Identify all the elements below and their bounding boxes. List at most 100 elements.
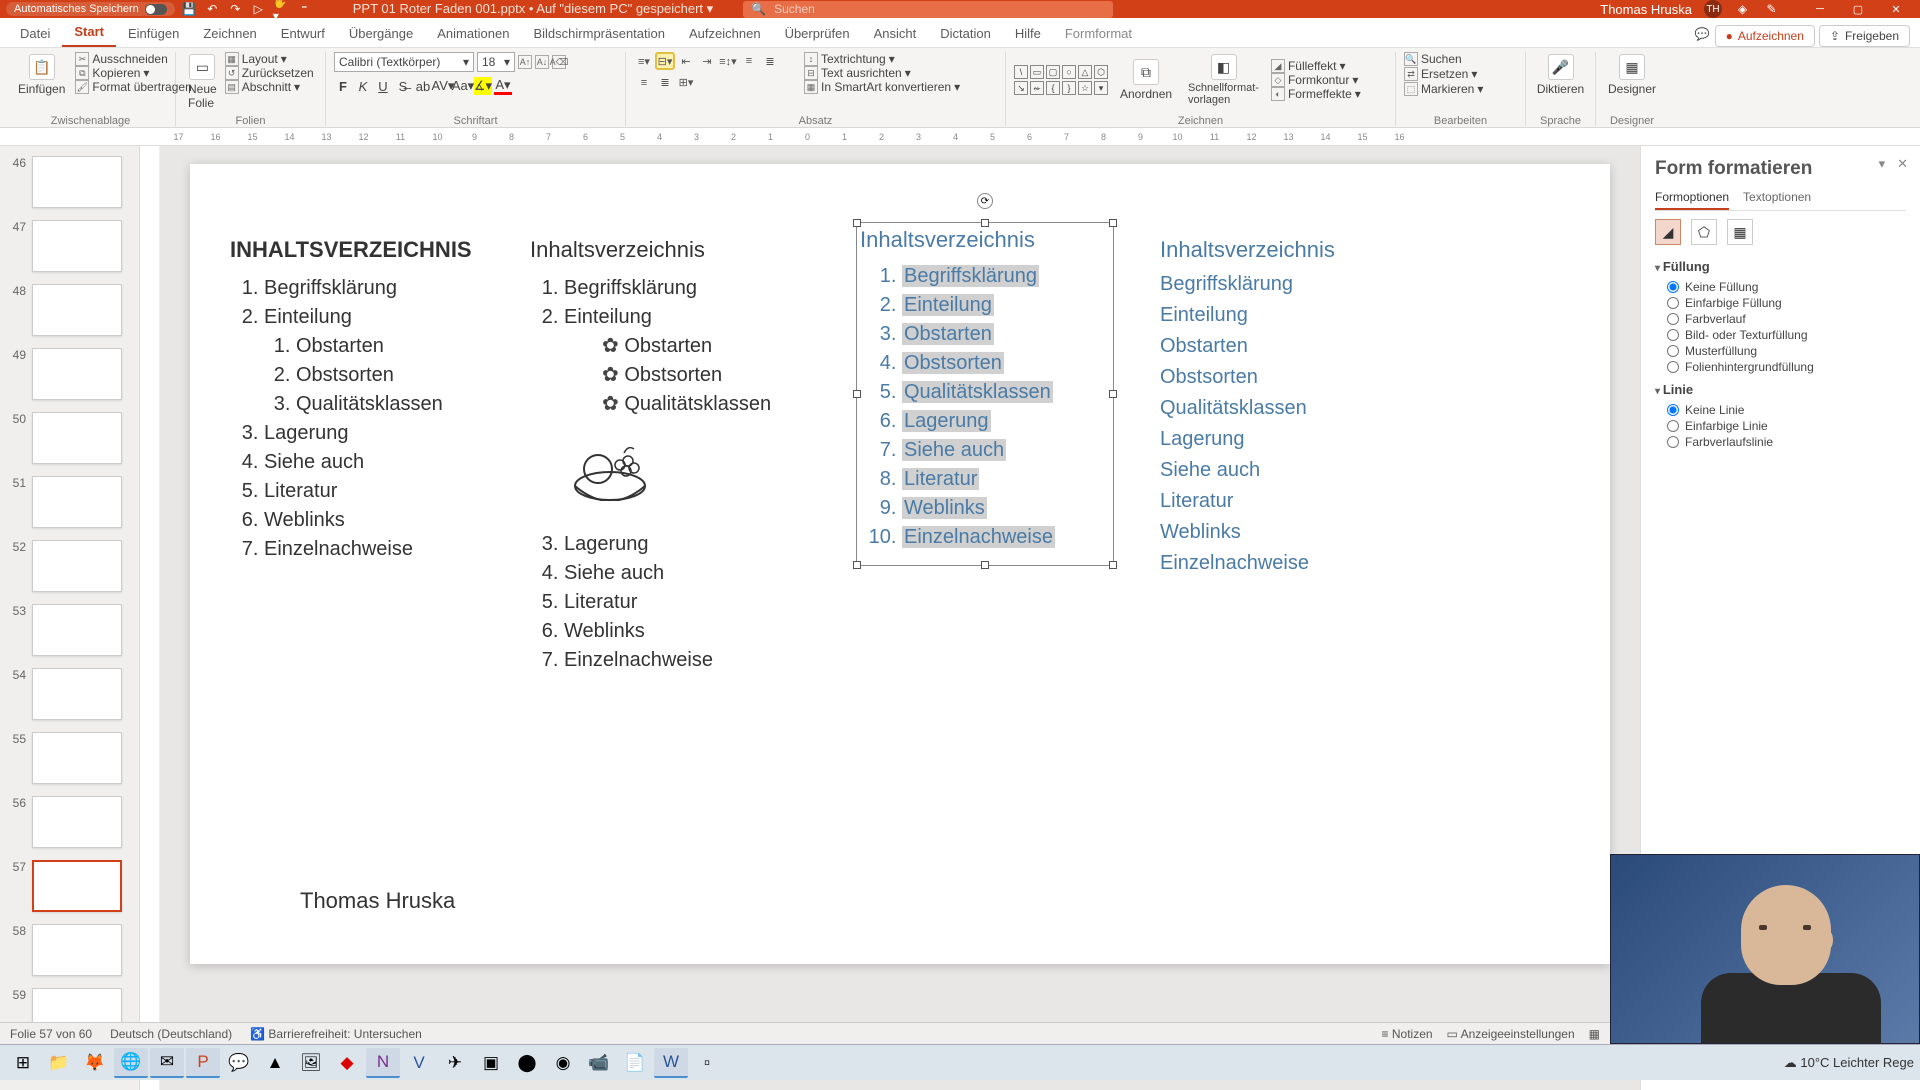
tab-ansicht[interactable]: Ansicht: [862, 20, 929, 47]
slide-canvas[interactable]: INHALTSVERZEICHNIS Begriffsklärung Einte…: [160, 146, 1640, 1090]
accessibility-status[interactable]: ♿ Barrierefreiheit: Untersuchen: [250, 1027, 422, 1041]
find-button[interactable]: 🔍Suchen: [1404, 52, 1517, 66]
minimize-button[interactable]: ─: [1802, 0, 1838, 18]
autosave-toggle[interactable]: Automatisches Speichern: [6, 2, 175, 16]
ribbon-mode-icon[interactable]: ✎: [1763, 1, 1780, 18]
shapes-gallery[interactable]: \▭▢○△⬡ ↘⬰{}☆▾: [1014, 65, 1108, 95]
maximize-button[interactable]: ▢: [1840, 0, 1876, 18]
clear-format-icon[interactable]: A⌫: [552, 55, 566, 69]
app4-icon[interactable]: ▫: [690, 1048, 724, 1078]
decrease-font-icon[interactable]: A↓: [535, 55, 549, 69]
fill-option-1[interactable]: Einfarbige Füllung: [1667, 296, 1906, 310]
line-spacing-button[interactable]: ≡↕▾: [718, 52, 738, 70]
thumbnail-48[interactable]: 48: [0, 278, 139, 342]
textbox-col2[interactable]: Inhaltsverzeichnis Begriffsklärung Einte…: [530, 234, 810, 675]
firefox-icon[interactable]: 🦊: [78, 1048, 112, 1078]
tab-formformat[interactable]: Formformat: [1053, 20, 1144, 47]
visio-icon[interactable]: V: [402, 1048, 436, 1078]
section-linie[interactable]: Linie: [1655, 382, 1906, 397]
tab-animationen[interactable]: Animationen: [425, 20, 521, 47]
tab-datei[interactable]: Datei: [8, 20, 62, 47]
reset-button[interactable]: ↺Zurücksetzen: [225, 66, 314, 80]
tab-aufzeichnen[interactable]: Aufzeichnen: [677, 20, 773, 47]
thumbnail-55[interactable]: 55: [0, 726, 139, 790]
highlight-button[interactable]: ∡▾: [474, 77, 492, 95]
user-name[interactable]: Thomas Hruska: [1600, 2, 1692, 17]
section-button[interactable]: ▤Abschnitt ▾: [225, 80, 314, 94]
align-right-button[interactable]: ≡: [634, 74, 654, 92]
textbox-col3-selected[interactable]: Inhaltsverzeichnis BegriffsklärungEintei…: [860, 224, 1110, 552]
thumbnail-58[interactable]: 58: [0, 918, 139, 982]
bold-button[interactable]: F: [334, 77, 352, 95]
present-from-start-icon[interactable]: ▷: [250, 1, 267, 18]
tab-hilfe[interactable]: Hilfe: [1003, 20, 1053, 47]
font-name-select[interactable]: Calibri (Textkörper)▾: [334, 52, 474, 72]
slide-thumbnails[interactable]: 4647484950515253545556575859: [0, 146, 140, 1090]
thumbnail-52[interactable]: 52: [0, 534, 139, 598]
notes-button[interactable]: ≡ Notizen: [1382, 1027, 1433, 1041]
quick-styles-button[interactable]: ◧Schnellformat- vorlagen: [1184, 52, 1263, 108]
replace-button[interactable]: ⇄Ersetzen ▾: [1404, 67, 1517, 81]
slide-counter[interactable]: Folie 57 von 60: [10, 1027, 92, 1041]
close-button[interactable]: ✕: [1878, 0, 1914, 18]
format-painter-button[interactable]: 🖌Format übertragen: [75, 80, 191, 94]
comments-icon[interactable]: 💬: [1694, 25, 1711, 42]
case-button[interactable]: Aa▾: [454, 77, 472, 95]
line-option-0[interactable]: Keine Linie: [1667, 403, 1906, 417]
thumbnail-46[interactable]: 46: [0, 150, 139, 214]
layout-button[interactable]: ▦Layout ▾: [225, 52, 314, 66]
tab-uebergaenge[interactable]: Übergänge: [337, 20, 425, 47]
photos-icon[interactable]: 🖼: [294, 1048, 328, 1078]
textbox-col1[interactable]: INHALTSVERZEICHNIS Begriffsklärung Einte…: [230, 234, 510, 564]
adobe-icon[interactable]: ◆: [330, 1048, 364, 1078]
save-icon[interactable]: 💾: [181, 1, 198, 18]
increase-indent-button[interactable]: ⇥: [697, 52, 717, 70]
text-direction-button[interactable]: ↕Textrichtung ▾: [804, 52, 960, 66]
fill-option-3[interactable]: Bild- oder Texturfüllung: [1667, 328, 1906, 342]
shadow-button[interactable]: ab: [414, 77, 432, 95]
record-button[interactable]: ● Aufzeichnen: [1715, 25, 1815, 47]
language-status[interactable]: Deutsch (Deutschland): [110, 1027, 232, 1041]
app3-icon[interactable]: ◉: [546, 1048, 580, 1078]
qat-customize-icon[interactable]: ⁼: [296, 1, 313, 18]
tab-einfuegen[interactable]: Einfügen: [116, 20, 191, 47]
thumbnail-56[interactable]: 56: [0, 790, 139, 854]
size-props-icon[interactable]: ▦: [1727, 219, 1753, 245]
cut-button[interactable]: ✂Ausschneiden: [75, 52, 191, 66]
align-text-button[interactable]: ⊟Text ausrichten ▾: [804, 66, 960, 80]
vlc-icon[interactable]: ▲: [258, 1048, 292, 1078]
fill-option-2[interactable]: Farbverlauf: [1667, 312, 1906, 326]
redo-icon[interactable]: ↷: [227, 1, 244, 18]
tab-zeichnen[interactable]: Zeichnen: [191, 20, 268, 47]
coming-soon-icon[interactable]: ◈: [1734, 1, 1751, 18]
panel-close-icon[interactable]: ✕: [1897, 156, 1908, 172]
tab-entwurf[interactable]: Entwurf: [269, 20, 337, 47]
justify-button[interactable]: ≣: [655, 74, 675, 92]
select-button[interactable]: ⬚Markieren ▾: [1404, 82, 1517, 96]
thumbnail-49[interactable]: 49: [0, 342, 139, 406]
app2-icon[interactable]: ▣: [474, 1048, 508, 1078]
fill-option-4[interactable]: Musterfüllung: [1667, 344, 1906, 358]
char-spacing-button[interactable]: AV▾: [434, 77, 452, 95]
shape-fill-button[interactable]: ◢Fülleffekt ▾: [1271, 59, 1361, 73]
document-title[interactable]: PPT 01 Roter Faden 001.pptx • Auf "diese…: [353, 1, 713, 17]
thumbnail-53[interactable]: 53: [0, 598, 139, 662]
onenote-icon[interactable]: N: [366, 1048, 400, 1078]
share-button[interactable]: ⇪ Freigeben: [1819, 25, 1910, 47]
copy-button[interactable]: ⧉Kopieren ▾: [75, 66, 191, 80]
webcam-overlay[interactable]: [1610, 854, 1920, 1044]
italic-button[interactable]: K: [354, 77, 372, 95]
align-left-button[interactable]: ≡: [739, 52, 759, 70]
thumbnail-54[interactable]: 54: [0, 662, 139, 726]
arrange-button[interactable]: ⧉Anordnen: [1116, 57, 1176, 103]
display-settings-button[interactable]: ▭ Anzeigeeinstellungen: [1447, 1027, 1575, 1041]
app-icon[interactable]: 💬: [222, 1048, 256, 1078]
zoom-icon[interactable]: 📹: [582, 1048, 616, 1078]
thumbnail-57[interactable]: 57: [0, 854, 139, 918]
touch-mode-icon[interactable]: ✋▾: [273, 1, 290, 18]
line-option-1[interactable]: Einfarbige Linie: [1667, 419, 1906, 433]
columns-button[interactable]: ⊞▾: [676, 74, 696, 92]
word-icon[interactable]: W: [654, 1048, 688, 1078]
fill-line-icon[interactable]: ◢: [1655, 219, 1681, 245]
telegram-icon[interactable]: ✈: [438, 1048, 472, 1078]
